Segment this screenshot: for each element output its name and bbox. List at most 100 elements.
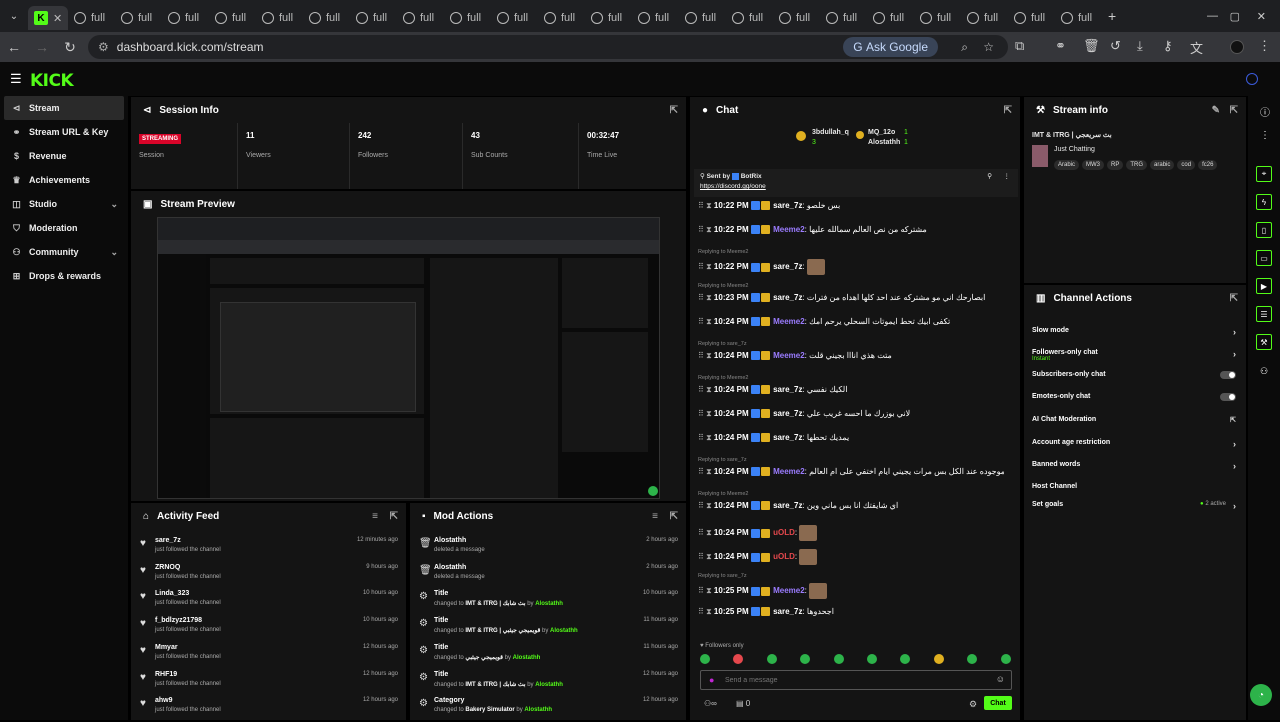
pinned-menu-icon[interactable]: ⋮ xyxy=(1004,172,1011,180)
chat-message-input[interactable] xyxy=(725,674,975,686)
chat-input-box[interactable]: ● ☺ xyxy=(700,670,1012,690)
browser-tab[interactable]: full xyxy=(585,6,632,30)
tag-chip[interactable]: fc26 xyxy=(1198,160,1218,170)
tab-active[interactable]: K ✕ xyxy=(28,6,68,30)
tag-chip[interactable]: cod xyxy=(1177,160,1196,170)
history-icon[interactable]: ↺ xyxy=(1110,38,1121,54)
toggle-switch[interactable] xyxy=(1220,393,1236,401)
browser-tab[interactable]: full xyxy=(115,6,162,30)
download-icon[interactable]: ⤓ xyxy=(1137,38,1143,54)
reply-context[interactable]: Replying to Meeme2 xyxy=(698,249,748,255)
chat-message[interactable]: ⠿ ⧗ 10:22 PM sare_7z: بس خلصو xyxy=(698,201,1004,211)
message-menu-icon[interactable]: ⠿ ⧗ xyxy=(698,317,714,326)
rail-video-icon[interactable]: ▶ xyxy=(1256,278,1272,294)
hamburger-menu-icon[interactable]: ☰ xyxy=(10,71,22,87)
tag-chip[interactable]: MW3 xyxy=(1082,160,1105,170)
message-menu-icon[interactable]: ⠿ ⧗ xyxy=(698,351,714,360)
reply-context[interactable]: Replying to Meeme2 xyxy=(698,283,748,289)
toggle-switch[interactable] xyxy=(1220,371,1236,379)
site-info-icon[interactable]: ⚙ xyxy=(98,40,109,54)
close-tab-icon[interactable]: ✕ xyxy=(53,12,62,25)
chat-username[interactable]: sare_7z xyxy=(773,501,802,510)
sidebar-item-studio[interactable]: ◫ Studio ⌄ xyxy=(0,192,128,216)
channel-action-emotes-only-chat[interactable]: Emotes-only chat xyxy=(1032,393,1236,401)
sidebar-item-revenue[interactable]: $ Revenue xyxy=(0,144,128,168)
chat-settings-icon[interactable]: ⚙ xyxy=(969,699,977,710)
tag-chip[interactable]: Arabic xyxy=(1054,160,1080,170)
browser-tab[interactable]: full xyxy=(726,6,773,30)
message-menu-icon[interactable]: ⠿ ⧗ xyxy=(698,201,714,210)
popout-icon[interactable]: ⇱ xyxy=(1230,293,1238,304)
quick-emote-icon[interactable] xyxy=(733,654,744,664)
chat-username[interactable]: sare_7z xyxy=(773,433,802,442)
message-menu-icon[interactable]: ⠿ ⧗ xyxy=(698,528,714,537)
quick-emote-icon[interactable] xyxy=(800,654,811,664)
trash-icon[interactable]: 🗑 xyxy=(1083,38,1100,54)
chat-message[interactable]: ⠿ ⧗ 10:24 PM Meeme2: متت هذي انااا بجيني… xyxy=(698,351,1004,361)
moderator-name[interactable]: Alostathh xyxy=(535,682,563,688)
message-menu-icon[interactable]: ⠿ ⧗ xyxy=(698,552,714,561)
mic-icon[interactable]: ● xyxy=(709,675,714,685)
chat-message[interactable]: ⠿ ⧗ 10:24 PM Meeme2: موجوده عند الكل بس … xyxy=(698,467,1004,477)
chat-message[interactable]: ⠿ ⧗ 10:24 PM sare_7z: لاني بوزرك ما احسه… xyxy=(698,409,1004,419)
chat-message[interactable]: ⠿ ⧗ 10:22 PM Meeme2: مشتركه من نص العالم… xyxy=(698,225,1004,235)
key-icon[interactable]: ⚷ xyxy=(1163,38,1173,54)
filter-icon[interactable]: ≡ xyxy=(652,511,658,522)
popout-icon[interactable]: ⇱ xyxy=(670,105,678,116)
browser-tab[interactable]: full xyxy=(491,6,538,30)
browser-tab[interactable]: full xyxy=(350,6,397,30)
reply-context[interactable]: Replying to sare_7z xyxy=(698,341,747,347)
sidebar-item-achievements[interactable]: ♛ Achievements xyxy=(0,168,128,192)
rail-stream-icon[interactable]: ⌖ xyxy=(1256,166,1272,182)
quick-emote-icon[interactable] xyxy=(700,654,710,664)
chat-username[interactable]: uOLD xyxy=(773,552,795,561)
message-menu-icon[interactable]: ⠿ ⧗ xyxy=(698,467,714,476)
browser-tab[interactable]: full xyxy=(820,6,867,30)
info-icon[interactable]: ⓘ xyxy=(1260,104,1270,119)
rail-list-icon[interactable]: ☰ xyxy=(1256,306,1272,322)
reload-icon[interactable]: ↻ xyxy=(56,39,84,56)
popout-icon[interactable]: ⇱ xyxy=(1004,105,1012,116)
popout-icon[interactable]: ⇱ xyxy=(670,511,678,522)
browser-tab[interactable]: full xyxy=(632,6,679,30)
message-menu-icon[interactable]: ⠿ ⧗ xyxy=(698,225,714,234)
close-window-button[interactable]: ✕ xyxy=(1257,10,1266,23)
tag-chip[interactable]: arabic xyxy=(1150,160,1175,170)
link-icon[interactable]: ⚭ xyxy=(1055,38,1066,54)
chat-username[interactable]: sare_7z xyxy=(773,293,802,302)
zoom-icon[interactable]: ⌕ xyxy=(961,40,968,55)
popout-icon[interactable]: ⇱ xyxy=(1230,105,1238,116)
rail-chat-icon[interactable]: ▭ xyxy=(1256,250,1272,266)
profile-avatar[interactable] xyxy=(1230,40,1244,54)
message-menu-icon[interactable]: ⠿ ⧗ xyxy=(698,262,714,271)
reply-context[interactable]: Replying to Meeme2 xyxy=(698,491,748,497)
channel-action-set-goals[interactable]: Set goals ● 2 active › xyxy=(1032,501,1236,511)
quick-emote-icon[interactable] xyxy=(967,654,978,664)
new-tab-button[interactable]: + xyxy=(1108,8,1116,24)
chat-username[interactable]: sare_7z xyxy=(773,607,802,616)
message-menu-icon[interactable]: ⠿ ⧗ xyxy=(698,501,714,510)
filter-icon[interactable]: ≡ xyxy=(372,511,378,522)
chat-message[interactable]: ⠿ ⧗ 10:24 PM sare_7z: اي شايفتك انا بس م… xyxy=(698,501,1004,511)
chat-username[interactable]: sare_7z xyxy=(773,201,802,210)
support-chat-icon[interactable]: ◔ xyxy=(1250,684,1272,706)
sidebar-item-drops-rewards[interactable]: ⊞ Drops & rewards xyxy=(0,264,128,288)
message-menu-icon[interactable]: ⠿ ⧗ xyxy=(698,293,714,302)
browser-tab[interactable]: full xyxy=(538,6,585,30)
browser-tab[interactable]: full xyxy=(303,6,350,30)
sidebar-item-stream[interactable]: ⊲ Stream xyxy=(4,96,124,120)
forward-icon[interactable]: → xyxy=(28,39,56,55)
reply-context[interactable]: Replying to sare_7z xyxy=(698,457,747,463)
channel-action-account-age-restriction[interactable]: Account age restriction › xyxy=(1032,439,1236,449)
chat-message[interactable]: ⠿ ⧗ 10:25 PM Meeme2: xyxy=(698,583,1004,599)
browser-tab[interactable]: full xyxy=(679,6,726,30)
popout-icon[interactable]: ⇱ xyxy=(390,511,398,522)
rail-bolt-icon[interactable]: ϟ xyxy=(1256,194,1272,210)
quick-emote-icon[interactable] xyxy=(933,654,944,664)
tab-search-icon[interactable]: ⌄ xyxy=(0,11,28,22)
chat-message[interactable]: ⠿ ⧗ 10:24 PM Meeme2: تكفى ابيك تحط ايموت… xyxy=(698,317,1004,327)
translate-icon[interactable]: 文 xyxy=(1190,38,1203,57)
chat-username[interactable]: Meeme2 xyxy=(773,467,805,476)
quick-emote-icon[interactable] xyxy=(900,654,911,664)
moderator-name[interactable]: Alostathh xyxy=(535,601,563,607)
